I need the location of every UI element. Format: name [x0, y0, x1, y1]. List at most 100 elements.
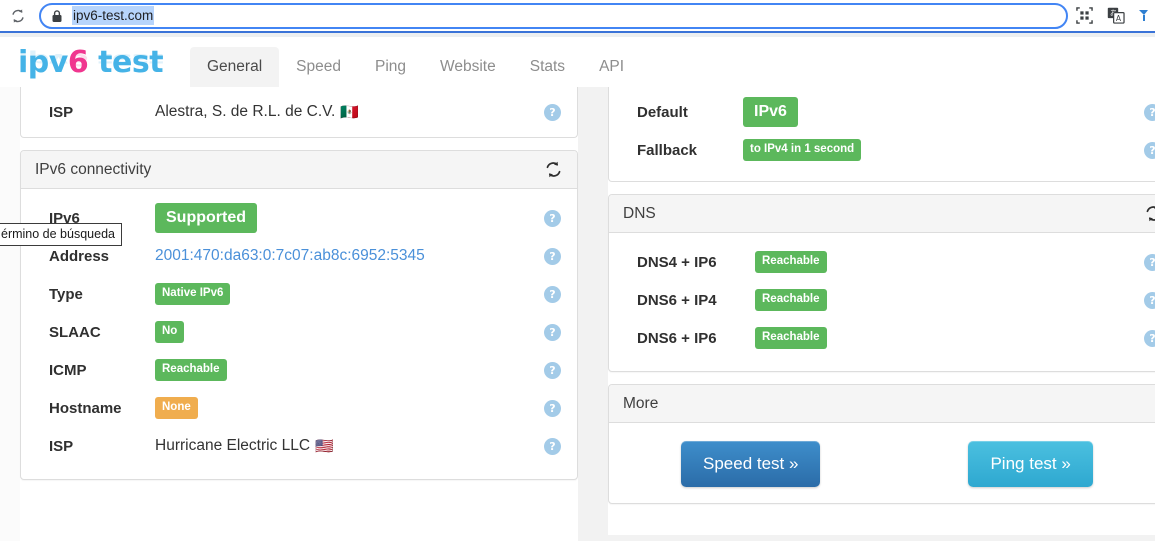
panel-header: More: [609, 385, 1155, 423]
speed-test-button[interactable]: Speed test »: [681, 441, 820, 487]
help-icon[interactable]: ?: [544, 210, 561, 227]
help-icon[interactable]: ?: [1144, 142, 1155, 159]
panel-title: More: [623, 395, 658, 413]
svg-text:A: A: [1116, 14, 1122, 23]
row-value-dns6-ip6: Reachable: [755, 327, 1144, 349]
tab-api[interactable]: API: [582, 47, 641, 87]
isp6-name: Hurricane Electric LLC: [155, 437, 310, 455]
status-badge: Supported: [155, 203, 257, 233]
table-row: ISP Alestra, S. de R.L. de C.V. 🇲🇽 ?: [21, 92, 577, 132]
flag-usa-icon: 🇺🇸: [315, 439, 334, 454]
panel-title: DNS: [623, 205, 656, 223]
row-label-default: Default: [637, 104, 743, 121]
panel-header: DNS: [609, 195, 1155, 233]
right-column: Default IPv6 ? Fallback to IPv4 in 1 sec…: [608, 87, 1155, 516]
translate-icon[interactable]: あ A: [1107, 7, 1125, 24]
help-icon[interactable]: ?: [544, 248, 561, 265]
address-bar-text[interactable]: ipv6-test.com: [72, 6, 154, 25]
qr-code-icon[interactable]: [1076, 7, 1093, 24]
tab-website[interactable]: Website: [423, 47, 513, 87]
row-label-hostname: Hostname: [49, 400, 155, 417]
help-icon[interactable]: ?: [544, 438, 561, 455]
nav-tabs: General Speed Ping Website Stats API: [190, 37, 641, 87]
row-value-fallback: to IPv4 in 1 second: [743, 139, 1144, 161]
ping-test-button[interactable]: Ping test »: [968, 441, 1092, 487]
status-badge: Reachable: [155, 359, 227, 381]
site-logo[interactable]: ipv6 test ipv6 test: [18, 37, 168, 87]
row-value-icmp: Reachable: [155, 359, 544, 381]
status-badge: to IPv4 in 1 second: [743, 139, 861, 161]
reload-icon: [9, 7, 27, 25]
table-row: DNS6 + IP4 Reachable ?: [609, 281, 1155, 319]
help-icon[interactable]: ?: [544, 362, 561, 379]
status-badge: Reachable: [755, 327, 827, 349]
address-bar[interactable]: ipv6-test.com: [39, 3, 1068, 29]
row-label-fallback: Fallback: [637, 142, 743, 159]
reload-button[interactable]: [3, 1, 33, 31]
help-icon[interactable]: ?: [1144, 292, 1155, 309]
row-value-slaac: No: [155, 321, 544, 343]
status-badge: IPv6: [743, 97, 798, 127]
logo-part-2: 6: [68, 45, 88, 80]
panel-body: DNS4 + IP6 Reachable ? DNS6 + IP4 Reacha…: [609, 233, 1155, 371]
row-value-address: 2001:470:da63:0:7c07:ab8c:6952:5345: [155, 247, 544, 265]
page-content: ISP Alestra, S. de R.L. de C.V. 🇲🇽 ? IPv…: [0, 87, 1155, 541]
row-value-dns4-ip6: Reachable: [755, 251, 1144, 273]
row-value-type: Native IPv6: [155, 283, 544, 305]
flag-mexico-icon: 🇲🇽: [340, 105, 359, 120]
refresh-icon[interactable]: [544, 160, 563, 179]
ipv6-address-link[interactable]: 2001:470:da63:0:7c07:ab8c:6952:5345: [155, 247, 425, 265]
tab-ping[interactable]: Ping: [358, 47, 423, 87]
help-icon[interactable]: ?: [544, 286, 561, 303]
search-tooltip: érmino de búsqueda: [0, 223, 122, 246]
row-value-isp: Alestra, S. de R.L. de C.V. 🇲🇽: [155, 103, 544, 121]
table-row: SLAAC No ?: [21, 313, 577, 351]
row-value-hostname: None: [155, 397, 544, 419]
table-row: Type Native IPv6 ?: [21, 275, 577, 313]
dns-panel: DNS DNS4 + IP6 Reachable: [608, 194, 1155, 372]
browser-defaults-panel: Default IPv6 ? Fallback to IPv4 in 1 sec…: [608, 87, 1155, 182]
row-label-type: Type: [49, 286, 155, 303]
isp-name: Alestra, S. de R.L. de C.V.: [155, 103, 335, 121]
status-badge: Reachable: [755, 251, 827, 273]
tab-stats[interactable]: Stats: [513, 47, 582, 87]
page-gutter-left: [0, 87, 20, 541]
help-icon[interactable]: ?: [544, 104, 561, 121]
row-value-isp6: Hurricane Electric LLC 🇺🇸: [155, 437, 544, 455]
row-label-address: Address: [49, 248, 155, 265]
column-gap: [578, 87, 608, 541]
status-badge: Native IPv6: [155, 283, 230, 305]
table-row: DNS6 + IP6 Reachable ?: [609, 319, 1155, 357]
omnibox-actions: あ A: [1076, 7, 1155, 25]
left-column: ISP Alestra, S. de R.L. de C.V. 🇲🇽 ? IPv…: [20, 87, 578, 492]
browser-toolbar: ipv6-test.com あ A: [0, 0, 1155, 32]
row-value-dns6-ip4: Reachable: [755, 289, 1144, 311]
table-row: Default IPv6 ?: [609, 93, 1155, 131]
table-row: Fallback to IPv4 in 1 second ?: [609, 131, 1155, 169]
status-badge: No: [155, 321, 184, 343]
page-viewport: ipv6 test ipv6 test General Speed Ping W…: [0, 37, 1155, 541]
help-icon[interactable]: ?: [544, 400, 561, 417]
logo-part-1: ipv: [18, 45, 68, 80]
row-label-isp: ISP: [49, 104, 155, 121]
panel-title: IPv6 connectivity: [35, 161, 151, 179]
tab-speed[interactable]: Speed: [279, 47, 358, 87]
status-badge: Reachable: [755, 289, 827, 311]
row-label-slaac: SLAAC: [49, 324, 155, 341]
refresh-icon[interactable]: [1144, 204, 1155, 223]
help-icon[interactable]: ?: [1144, 104, 1155, 121]
table-row: DNS4 + IP6 Reachable ?: [609, 243, 1155, 281]
help-icon[interactable]: ?: [544, 324, 561, 341]
row-label-isp6: ISP: [49, 438, 155, 455]
panel-body: Speed test » Ping test »: [609, 423, 1155, 503]
page-bottom-edge: [608, 535, 1155, 541]
row-label-dns6-ip4: DNS6 + IP4: [637, 292, 755, 309]
help-icon[interactable]: ?: [1144, 254, 1155, 271]
row-label-dns4-ip6: DNS4 + IP6: [637, 254, 755, 271]
table-row: Hostname None ?: [21, 389, 577, 427]
profile-avatar[interactable]: [1139, 7, 1149, 25]
row-value-ipv6: Supported: [155, 203, 544, 233]
help-icon[interactable]: ?: [1144, 330, 1155, 347]
tab-general[interactable]: General: [190, 47, 279, 87]
ipv4-connectivity-panel: ISP Alestra, S. de R.L. de C.V. 🇲🇽 ?: [20, 87, 578, 138]
